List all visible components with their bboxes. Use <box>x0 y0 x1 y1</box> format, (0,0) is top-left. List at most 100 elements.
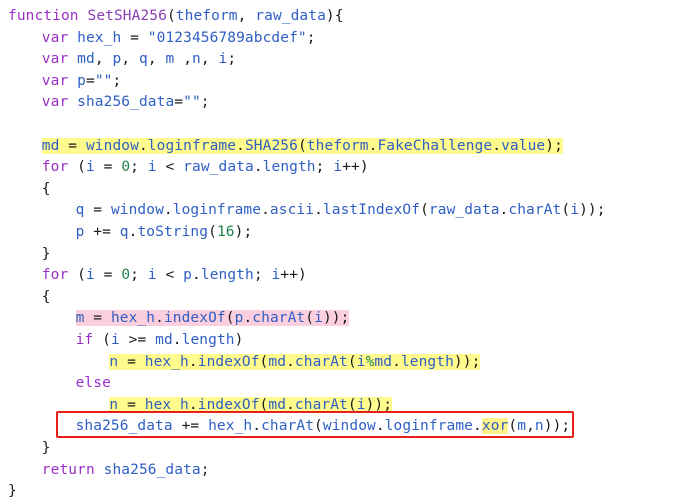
code-line: for (i = 0; i < p.length; i++) <box>0 263 678 287</box>
code-token: charAt <box>294 396 348 413</box>
code-token: charAt <box>508 202 562 219</box>
code-token: function <box>8 8 79 24</box>
code-token: < <box>156 267 184 284</box>
code-line-content: n = hex_h.indexOf(md.charAt(i)); <box>109 396 393 413</box>
code-line: var md, p, q, m ,n, i; <box>0 47 678 71</box>
code-token: i <box>570 202 580 219</box>
code-line-content: var p=""; <box>42 73 122 89</box>
code-line-content: } <box>42 440 51 456</box>
code-line-content: { <box>42 181 51 197</box>
code-line-content: q = window.loginframe.ascii.lastIndexOf(… <box>76 202 606 218</box>
code-token: . <box>172 332 182 348</box>
code-token: . <box>253 159 263 176</box>
code-line-content: for (i = 0; i < p.length; i++) <box>42 267 307 283</box>
code-line-content: function SetSHA256(theform, raw_data){ <box>8 8 344 24</box>
code-token: , <box>121 51 139 68</box>
code-token: ); <box>234 224 253 240</box>
code-token: toString <box>137 224 209 240</box>
code-token: charAt <box>294 353 348 370</box>
code-token: 0 <box>121 267 131 284</box>
code-token: , <box>526 418 535 435</box>
code-token: ( <box>305 310 315 327</box>
code-token: ( <box>314 418 323 435</box>
code-line-content: p += q.toString(16); <box>76 224 253 240</box>
code-token: for <box>41 159 69 176</box>
code-line-content: var sha256_data=""; <box>42 94 210 110</box>
code-token: lastIndexOf <box>322 202 421 219</box>
code-token: ){ <box>325 8 344 24</box>
code-token: raw_data <box>428 202 500 219</box>
code-token: )); <box>579 202 606 219</box>
code-token: = <box>174 94 184 111</box>
code-line: m = hex_h.indexOf(p.charAt(i)); <box>0 306 678 330</box>
code-token: else <box>75 375 111 392</box>
code-token: ( <box>347 396 357 413</box>
code-token: for <box>41 267 69 284</box>
code-token: theform <box>306 137 369 154</box>
code-token: hex_h <box>110 310 156 327</box>
code-token: window <box>85 137 139 154</box>
code-token: md <box>268 396 287 413</box>
code-line-content: for (i = 0; i < raw_data.length; i++) <box>42 159 369 175</box>
code-token: , <box>94 51 113 68</box>
code-line-content: md = window.loginframe.SHA256(theform.Fa… <box>41 137 563 154</box>
code-line: n = hex_h.indexOf(md.charAt(i)); <box>0 393 678 417</box>
code-token: m <box>517 418 527 435</box>
code-token: ( <box>68 159 86 176</box>
code-token: if <box>75 332 94 348</box>
code-token: 0 <box>121 159 131 176</box>
code-token: , <box>200 51 219 68</box>
code-token: sha256_data <box>77 94 175 111</box>
code-token: )); <box>453 353 481 370</box>
code-token: md <box>41 137 60 154</box>
code-token: i <box>314 310 323 327</box>
code-line-content: { <box>42 289 51 305</box>
code-token: } <box>41 440 51 456</box>
code-token: . <box>243 310 253 327</box>
code-token: window <box>322 418 376 435</box>
code-token: length <box>181 332 235 348</box>
code-token: "" <box>94 72 113 89</box>
code-token: )); <box>322 310 350 327</box>
code-line: } <box>0 479 678 503</box>
code-token: . <box>392 353 401 370</box>
code-token: indexOf <box>163 310 226 327</box>
code-token: ( <box>508 418 518 435</box>
code-token: . <box>192 267 201 284</box>
code-line: { <box>0 285 678 309</box>
code-token: . <box>236 137 245 154</box>
code-token: ; <box>130 267 148 284</box>
code-token: . <box>492 137 502 154</box>
code-token: )); <box>365 396 393 413</box>
code-token: var <box>41 51 69 68</box>
code-token: q <box>119 224 129 240</box>
code-line-content: if (i >= md.length) <box>76 332 244 348</box>
code-token: i <box>356 396 366 413</box>
code-token: xor <box>481 418 509 435</box>
code-token: n <box>534 418 544 435</box>
code-token: ; <box>253 267 272 284</box>
code-line: else <box>0 371 678 395</box>
code-token: n <box>192 51 201 68</box>
code-line-content: n = hex_h.indexOf(md.charAt(i%md.length)… <box>109 353 481 370</box>
code-token: i <box>85 267 95 284</box>
code-token: ) <box>234 332 244 348</box>
code-token: n <box>109 396 119 413</box>
code-token: , <box>147 51 166 68</box>
code-token: md <box>155 332 173 348</box>
code-line: var sha256_data=""; <box>0 90 678 114</box>
code-token: = <box>118 353 145 370</box>
code-token: } <box>41 245 51 262</box>
code-token: value <box>501 137 546 154</box>
code-token: raw_data <box>183 159 254 176</box>
code-line-content: return sha256_data; <box>42 462 210 478</box>
code-line: q = window.loginframe.ascii.lastIndexOf(… <box>0 198 678 222</box>
code-token: )); <box>543 418 571 435</box>
code-token: . <box>286 396 295 413</box>
code-line: if (i >= md.length) <box>0 328 678 352</box>
code-token: SetSHA256 <box>87 8 167 24</box>
code-line-content: sha256_data += hex_h.charAt(window.login… <box>76 418 571 435</box>
